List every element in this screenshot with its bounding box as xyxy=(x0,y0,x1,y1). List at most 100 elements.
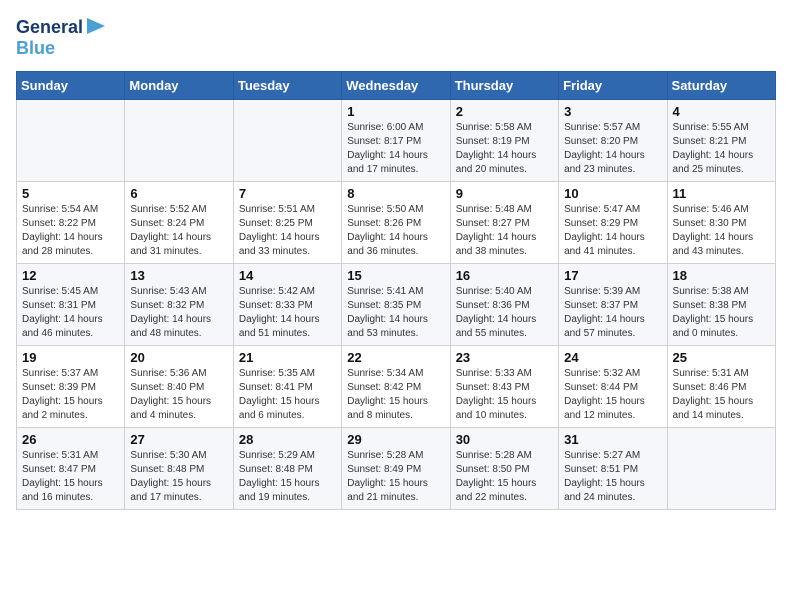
calendar-day-8: 8 Sunrise: 5:50 AM Sunset: 8:26 PM Daylig… xyxy=(342,181,450,263)
calendar-day-14: 14 Sunrise: 5:42 AM Sunset: 8:33 PM Dayli… xyxy=(233,263,341,345)
day-sun-info: Sunrise: 5:45 AM Sunset: 8:31 PM Dayligh… xyxy=(22,285,119,341)
calendar-day-21: 21 Sunrise: 5:35 AM Sunset: 8:41 PM Dayli… xyxy=(233,345,341,427)
day-number: 24 xyxy=(564,350,661,365)
day-sun-info: Sunrise: 5:52 AM Sunset: 8:24 PM Dayligh… xyxy=(130,203,227,259)
day-number: 19 xyxy=(22,350,119,365)
day-sun-info: Sunrise: 5:35 AM Sunset: 8:41 PM Dayligh… xyxy=(239,367,336,423)
day-sun-info: Sunrise: 5:31 AM Sunset: 8:46 PM Dayligh… xyxy=(673,367,770,423)
day-number: 9 xyxy=(456,186,553,201)
calendar-week-row: 1 Sunrise: 6:00 AM Sunset: 8:17 PM Daylig… xyxy=(17,99,776,181)
day-number: 11 xyxy=(673,186,770,201)
day-sun-info: Sunrise: 5:34 AM Sunset: 8:42 PM Dayligh… xyxy=(347,367,444,423)
calendar-header-tuesday: Tuesday xyxy=(233,71,341,99)
calendar-week-row: 26 Sunrise: 5:31 AM Sunset: 8:47 PM Dayli… xyxy=(17,427,776,509)
day-number: 6 xyxy=(130,186,227,201)
calendar-day-25: 25 Sunrise: 5:31 AM Sunset: 8:46 PM Dayli… xyxy=(667,345,775,427)
calendar-day-3: 3Sunrise: 5:57 AM Sunset: 8:20 PM Daylig… xyxy=(559,99,667,181)
day-number: 29 xyxy=(347,432,444,447)
day-number: 2 xyxy=(456,104,553,119)
calendar-day-22: 22 Sunrise: 5:34 AM Sunset: 8:42 PM Dayli… xyxy=(342,345,450,427)
day-number: 18 xyxy=(673,268,770,283)
calendar-day-15: 15 Sunrise: 5:41 AM Sunset: 8:35 PM Dayli… xyxy=(342,263,450,345)
calendar-day-2: 2Sunrise: 5:58 AM Sunset: 8:19 PM Daylig… xyxy=(450,99,558,181)
day-number: 12 xyxy=(22,268,119,283)
day-number: 8 xyxy=(347,186,444,201)
day-number: 10 xyxy=(564,186,661,201)
day-sun-info: Sunrise: 5:36 AM Sunset: 8:40 PM Dayligh… xyxy=(130,367,227,423)
day-number: 25 xyxy=(673,350,770,365)
day-sun-info: Sunrise: 5:43 AM Sunset: 8:32 PM Dayligh… xyxy=(130,285,227,341)
day-sun-info: Sunrise: 6:00 AM Sunset: 8:17 PM Dayligh… xyxy=(347,121,444,177)
calendar-empty-cell xyxy=(233,99,341,181)
calendar-empty-cell xyxy=(667,427,775,509)
calendar-day-20: 20 Sunrise: 5:36 AM Sunset: 8:40 PM Dayli… xyxy=(125,345,233,427)
day-sun-info: Sunrise: 5:46 AM Sunset: 8:30 PM Dayligh… xyxy=(673,203,770,259)
day-sun-info: Sunrise: 5:42 AM Sunset: 8:33 PM Dayligh… xyxy=(239,285,336,341)
logo-text-line2: Blue xyxy=(16,39,55,59)
calendar-empty-cell xyxy=(125,99,233,181)
day-sun-info: Sunrise: 5:41 AM Sunset: 8:35 PM Dayligh… xyxy=(347,285,444,341)
day-sun-info: Sunrise: 5:47 AM Sunset: 8:29 PM Dayligh… xyxy=(564,203,661,259)
day-sun-info: Sunrise: 5:50 AM Sunset: 8:26 PM Dayligh… xyxy=(347,203,444,259)
calendar-day-24: 24 Sunrise: 5:32 AM Sunset: 8:44 PM Dayli… xyxy=(559,345,667,427)
calendar-day-16: 16Sunrise: 5:40 AM Sunset: 8:36 PM Dayli… xyxy=(450,263,558,345)
calendar-day-26: 26 Sunrise: 5:31 AM Sunset: 8:47 PM Dayli… xyxy=(17,427,125,509)
day-number: 28 xyxy=(239,432,336,447)
day-sun-info: Sunrise: 5:37 AM Sunset: 8:39 PM Dayligh… xyxy=(22,367,119,423)
day-sun-info: Sunrise: 5:27 AM Sunset: 8:51 PM Dayligh… xyxy=(564,449,661,505)
calendar-day-1: 1 Sunrise: 6:00 AM Sunset: 8:17 PM Daylig… xyxy=(342,99,450,181)
day-number: 15 xyxy=(347,268,444,283)
calendar-header-friday: Friday xyxy=(559,71,667,99)
calendar-day-18: 18 Sunrise: 5:38 AM Sunset: 8:38 PM Dayli… xyxy=(667,263,775,345)
day-number: 23 xyxy=(456,350,553,365)
calendar-day-9: 9 Sunrise: 5:48 AM Sunset: 8:27 PM Daylig… xyxy=(450,181,558,263)
calendar-day-27: 27Sunrise: 5:30 AM Sunset: 8:48 PM Dayli… xyxy=(125,427,233,509)
calendar-header-wednesday: Wednesday xyxy=(342,71,450,99)
calendar-day-12: 12 Sunrise: 5:45 AM Sunset: 8:31 PM Dayli… xyxy=(17,263,125,345)
calendar-day-31: 31 Sunrise: 5:27 AM Sunset: 8:51 PM Dayli… xyxy=(559,427,667,509)
day-number: 1 xyxy=(347,104,444,119)
calendar-day-11: 11 Sunrise: 5:46 AM Sunset: 8:30 PM Dayli… xyxy=(667,181,775,263)
day-number: 21 xyxy=(239,350,336,365)
calendar-day-28: 28 Sunrise: 5:29 AM Sunset: 8:48 PM Dayli… xyxy=(233,427,341,509)
day-number: 14 xyxy=(239,268,336,283)
day-sun-info: Sunrise: 5:32 AM Sunset: 8:44 PM Dayligh… xyxy=(564,367,661,423)
day-sun-info: Sunrise: 5:29 AM Sunset: 8:48 PM Dayligh… xyxy=(239,449,336,505)
day-number: 22 xyxy=(347,350,444,365)
day-number: 26 xyxy=(22,432,119,447)
day-sun-info: Sunrise: 5:54 AM Sunset: 8:22 PM Dayligh… xyxy=(22,203,119,259)
day-number: 17 xyxy=(564,268,661,283)
day-number: 4 xyxy=(673,104,770,119)
day-number: 27 xyxy=(130,432,227,447)
day-sun-info: Sunrise: 5:48 AM Sunset: 8:27 PM Dayligh… xyxy=(456,203,553,259)
day-number: 7 xyxy=(239,186,336,201)
calendar-week-row: 12 Sunrise: 5:45 AM Sunset: 8:31 PM Dayli… xyxy=(17,263,776,345)
calendar-day-30: 30Sunrise: 5:28 AM Sunset: 8:50 PM Dayli… xyxy=(450,427,558,509)
page-header: General Blue xyxy=(16,16,776,59)
day-sun-info: Sunrise: 5:33 AM Sunset: 8:43 PM Dayligh… xyxy=(456,367,553,423)
day-sun-info: Sunrise: 5:28 AM Sunset: 8:50 PM Dayligh… xyxy=(456,449,553,505)
day-sun-info: Sunrise: 5:28 AM Sunset: 8:49 PM Dayligh… xyxy=(347,449,444,505)
logo-text-line1: General xyxy=(16,18,83,38)
day-number: 16 xyxy=(456,268,553,283)
calendar-day-7: 7Sunrise: 5:51 AM Sunset: 8:25 PM Daylig… xyxy=(233,181,341,263)
day-sun-info: Sunrise: 5:31 AM Sunset: 8:47 PM Dayligh… xyxy=(22,449,119,505)
calendar-day-17: 17 Sunrise: 5:39 AM Sunset: 8:37 PM Dayli… xyxy=(559,263,667,345)
calendar-day-6: 6 Sunrise: 5:52 AM Sunset: 8:24 PM Daylig… xyxy=(125,181,233,263)
calendar-header-monday: Monday xyxy=(125,71,233,99)
calendar-empty-cell xyxy=(17,99,125,181)
calendar-week-row: 5 Sunrise: 5:54 AM Sunset: 8:22 PM Daylig… xyxy=(17,181,776,263)
day-sun-info: Sunrise: 5:55 AM Sunset: 8:21 PM Dayligh… xyxy=(673,121,770,177)
day-number: 5 xyxy=(22,186,119,201)
logo: General Blue xyxy=(16,16,105,59)
calendar-week-row: 19 Sunrise: 5:37 AM Sunset: 8:39 PM Dayli… xyxy=(17,345,776,427)
calendar-day-4: 4 Sunrise: 5:55 AM Sunset: 8:21 PM Daylig… xyxy=(667,99,775,181)
day-sun-info: Sunrise: 5:39 AM Sunset: 8:37 PM Dayligh… xyxy=(564,285,661,341)
logo-arrow-icon xyxy=(87,18,105,34)
calendar-header-thursday: Thursday xyxy=(450,71,558,99)
calendar-day-29: 29 Sunrise: 5:28 AM Sunset: 8:49 PM Dayli… xyxy=(342,427,450,509)
day-number: 13 xyxy=(130,268,227,283)
day-number: 20 xyxy=(130,350,227,365)
day-number: 31 xyxy=(564,432,661,447)
day-sun-info: Sunrise: 5:38 AM Sunset: 8:38 PM Dayligh… xyxy=(673,285,770,341)
